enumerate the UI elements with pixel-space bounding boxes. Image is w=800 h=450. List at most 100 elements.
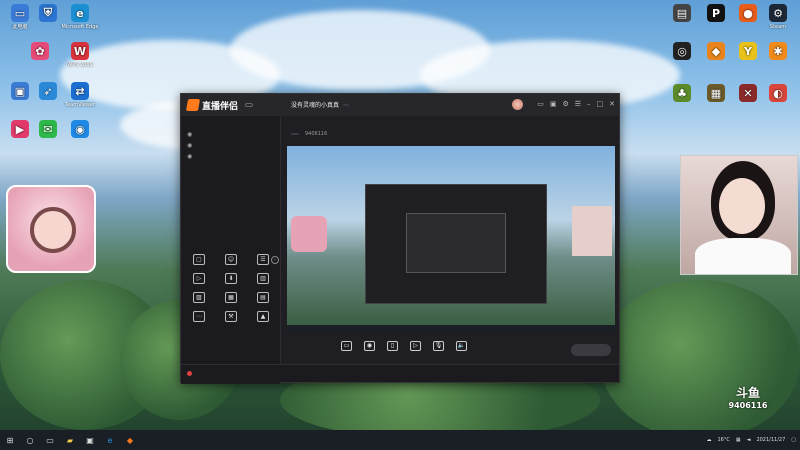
start-live-button[interactable] [571, 344, 611, 356]
logo-mark-icon [185, 99, 201, 111]
stats-icon: ▥ [257, 273, 269, 284]
clock[interactable]: 2021/11/27 [756, 437, 785, 443]
tool-item[interactable]: ▲ [247, 311, 279, 324]
colorful-app-icon: ✿ [31, 42, 49, 60]
live-streaming-window: 直播伴侣 没有灵魂的小真真 9406116 ▭ ▣ ⚙ ☰ – □ ✕ ◉ ◉ … [180, 93, 620, 384]
watermark-brand: 斗鱼 [735, 386, 760, 400]
browser-icon: ◉ [71, 120, 89, 138]
video-icon: ▷ [193, 273, 205, 284]
tool-item[interactable]: ☺ [215, 254, 247, 267]
source-button[interactable]: ◉ [364, 341, 375, 353]
scene-item[interactable]: ◉ [181, 140, 280, 151]
minimize-icon[interactable]: – [587, 100, 591, 108]
game-icon: ◆ [707, 42, 725, 60]
source-button[interactable]: ▯ [387, 341, 398, 353]
close-icon[interactable]: ✕ [609, 100, 615, 108]
preview-webcam [572, 206, 612, 256]
scene-item[interactable]: ◉ [181, 151, 280, 162]
maximize-icon[interactable]: □ [597, 100, 604, 108]
window-controls: ▭ ▣ ⚙ ☰ – □ ✕ [537, 100, 615, 108]
room-title: 没有灵魂的小真真 [291, 100, 350, 109]
desktop-orange-app-icon[interactable]: ✱ [758, 42, 798, 74]
app-icon: ▤ [673, 4, 691, 22]
orange-app-icon: ● [739, 4, 757, 22]
search-icon[interactable]: ○ [24, 434, 36, 446]
tools-grid: ▢ ☺ ☰ ▷ ⬇ ▥ ▨ ▦ ▤ ⋯ ⚒ ▲ [183, 254, 279, 324]
app-logo: 直播伴侣 [185, 99, 254, 112]
room-tag[interactable] [343, 103, 350, 106]
source-button[interactable]: 🎙 [433, 341, 444, 353]
scene-list: ◉ ◉ ◉ [181, 129, 280, 162]
source-toolbar: ▭ ◉ ▯ ▷ 🎙 🔈 [281, 334, 619, 360]
desktop-icon-label [758, 62, 798, 74]
game-icon: ♣ [673, 84, 691, 102]
source-button[interactable]: ▷ [410, 341, 421, 353]
notification-icon[interactable]: ▢ [791, 437, 796, 443]
data-icon: ▤ [257, 292, 269, 303]
menu-icon[interactable]: ☰ [575, 100, 581, 108]
volume-icon[interactable]: ◄ [747, 437, 751, 443]
tool-item[interactable]: ▢ [183, 254, 215, 267]
tool-icon: ⚒ [225, 311, 237, 322]
stream-preview[interactable] [287, 146, 615, 331]
store-icon[interactable]: ▣ [84, 434, 96, 446]
tool-item[interactable]: ▥ [247, 273, 279, 286]
media-icon: ▷ [410, 341, 421, 351]
game-icon: ▦ [707, 84, 725, 102]
desktop-chrome-icon[interactable]: ◐ [758, 84, 798, 116]
scene-item[interactable]: ◉ [181, 129, 280, 140]
edge-icon[interactable]: e [104, 434, 116, 446]
category-button[interactable] [291, 133, 299, 135]
task-view-icon[interactable]: ▭ [44, 434, 56, 446]
source-button[interactable]: ▭ [341, 341, 352, 353]
tool-icon: ▲ [257, 311, 269, 322]
desktop-icon-label: Microsoft Edge [61, 24, 99, 30]
tool-item[interactable]: ▤ [247, 292, 279, 305]
weather-text[interactable]: 16°C [717, 437, 729, 443]
tool-item[interactable]: ⋯ [183, 311, 215, 324]
tool-item[interactable]: ▦ [215, 292, 247, 305]
app-icon: ▣ [11, 82, 29, 100]
download-icon: ⬇ [225, 273, 237, 284]
eye-icon[interactable]: ◉ [187, 131, 192, 138]
game-icon: ✕ [739, 84, 757, 102]
streaming-app-icon[interactable]: ◆ [124, 434, 136, 446]
desktop-edge-icon[interactable]: e Microsoft Edge [60, 4, 100, 36]
gift-icon[interactable]: ▣ [550, 100, 557, 108]
desktop-teamviewer-icon[interactable]: ⇄ TeamViewer [60, 82, 100, 114]
network-icon[interactable]: ▦ [736, 437, 741, 443]
user-avatar[interactable] [512, 99, 523, 110]
douyu-watermark: 斗鱼 9406116 [716, 384, 780, 410]
room-title-text[interactable]: 没有灵魂的小真真 [291, 100, 339, 109]
webcam-overlay [680, 155, 798, 275]
webcam-body [695, 238, 791, 274]
desktop-icon-label [60, 140, 100, 152]
desktop-browser-icon[interactable]: ◉ [60, 120, 100, 152]
desktop-steam-icon[interactable]: ⚙ Steam [758, 4, 798, 36]
tool-item[interactable]: ⬇ [215, 273, 247, 286]
steam-icon: ⚙ [769, 4, 787, 22]
tool-item[interactable]: ▨ [183, 292, 215, 305]
source-button[interactable]: 🔈 [456, 341, 467, 353]
file-explorer-icon[interactable]: ▰ [64, 434, 76, 446]
room-id: 9406116 [305, 131, 328, 137]
tool-item[interactable]: ☰ [247, 254, 279, 267]
room-meta: 9406116 [291, 131, 333, 137]
settings-icon[interactable]: ⚙ [562, 100, 568, 108]
gift-icon: ▨ [193, 292, 205, 303]
chat-icon[interactable]: ▭ [537, 100, 544, 108]
eye-icon[interactable]: ◉ [187, 142, 192, 149]
desktop-icon-label: Steam [769, 24, 787, 30]
windows-start-icon[interactable]: ⊞ [4, 434, 16, 446]
eye-icon[interactable]: ◉ [187, 153, 192, 160]
preview-nested-inner [406, 213, 506, 273]
desktop-colorful-app-icon[interactable]: ✿ [20, 42, 60, 74]
video-app-icon: ▶ [11, 120, 29, 138]
tool-item[interactable]: ▷ [183, 273, 215, 286]
app-name: 直播伴侣 [202, 101, 239, 112]
desktop-wps-icon[interactable]: W WPS 2019 [60, 42, 100, 74]
version-badge[interactable] [245, 103, 254, 107]
desktop-icon-label: TeamViewer [64, 102, 96, 108]
tool-item[interactable]: ⚒ [215, 311, 247, 324]
screen-capture-icon: ▭ [341, 341, 352, 351]
